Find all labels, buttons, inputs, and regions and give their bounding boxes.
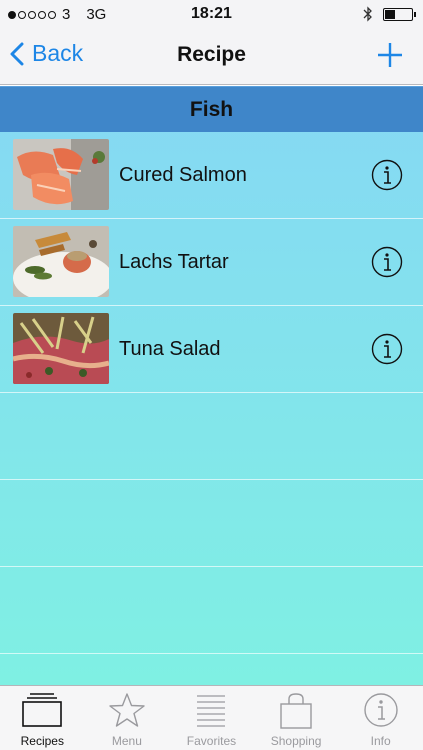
recipe-row-lachs-tartar[interactable]: Lachs Tartar bbox=[0, 219, 423, 306]
tab-recipes[interactable]: Recipes bbox=[0, 686, 85, 750]
recipe-row-cured-salmon[interactable]: Cured Salmon bbox=[0, 132, 423, 219]
recipe-thumbnail bbox=[13, 226, 109, 297]
chevron-left-icon bbox=[10, 42, 24, 65]
add-button[interactable] bbox=[377, 42, 403, 68]
tab-label: Favorites bbox=[186, 734, 237, 748]
recipe-thumbnail bbox=[13, 139, 109, 210]
star-icon bbox=[109, 693, 145, 727]
bag-icon bbox=[280, 693, 312, 729]
tab-label: Shopping bbox=[270, 734, 322, 748]
info-icon bbox=[363, 693, 398, 727]
tab-shopping[interactable]: Shopping bbox=[254, 686, 339, 750]
status-right bbox=[363, 6, 416, 22]
recipe-name: Tuna Salad bbox=[119, 338, 221, 360]
tab-label: Menu bbox=[111, 734, 142, 748]
section-header: Fish bbox=[0, 86, 423, 132]
empty-row bbox=[0, 393, 423, 480]
top-bar: 3 3G 18:21 Back Recipe bbox=[0, 0, 423, 85]
empty-row bbox=[0, 567, 423, 654]
back-button[interactable]: Back bbox=[10, 40, 83, 67]
list-icon bbox=[197, 695, 226, 727]
tab-info[interactable]: Info bbox=[338, 686, 423, 750]
info-button[interactable] bbox=[371, 333, 403, 365]
tab-menu[interactable]: Menu bbox=[85, 686, 170, 750]
tab-bar: Recipes Menu Favorites Shopping Info bbox=[0, 685, 423, 750]
recipe-list[interactable]: Fish Cured Salmon Lachs Tartar Tuna Sala… bbox=[0, 86, 423, 685]
info-button[interactable] bbox=[371, 159, 403, 191]
bluetooth-icon bbox=[363, 6, 372, 22]
tab-label: Info bbox=[370, 734, 391, 748]
status-time: 18:21 bbox=[191, 5, 232, 22]
recipe-name: Cured Salmon bbox=[119, 164, 247, 186]
recipe-thumbnail bbox=[13, 313, 109, 384]
recipe-row-tuna-salad[interactable]: Tuna Salad bbox=[0, 306, 423, 393]
battery-icon bbox=[383, 7, 416, 21]
tab-favorites[interactable]: Favorites bbox=[169, 686, 254, 750]
recipe-name: Lachs Tartar bbox=[119, 251, 229, 273]
info-button[interactable] bbox=[371, 246, 403, 278]
tab-label: Recipes bbox=[20, 734, 64, 748]
empty-row bbox=[0, 480, 423, 567]
back-label: Back bbox=[32, 40, 84, 66]
navigation-bar: Back Recipe bbox=[0, 30, 423, 85]
recipes-icon bbox=[22, 693, 63, 727]
status-bar: 3 3G 18:21 bbox=[0, 0, 423, 30]
